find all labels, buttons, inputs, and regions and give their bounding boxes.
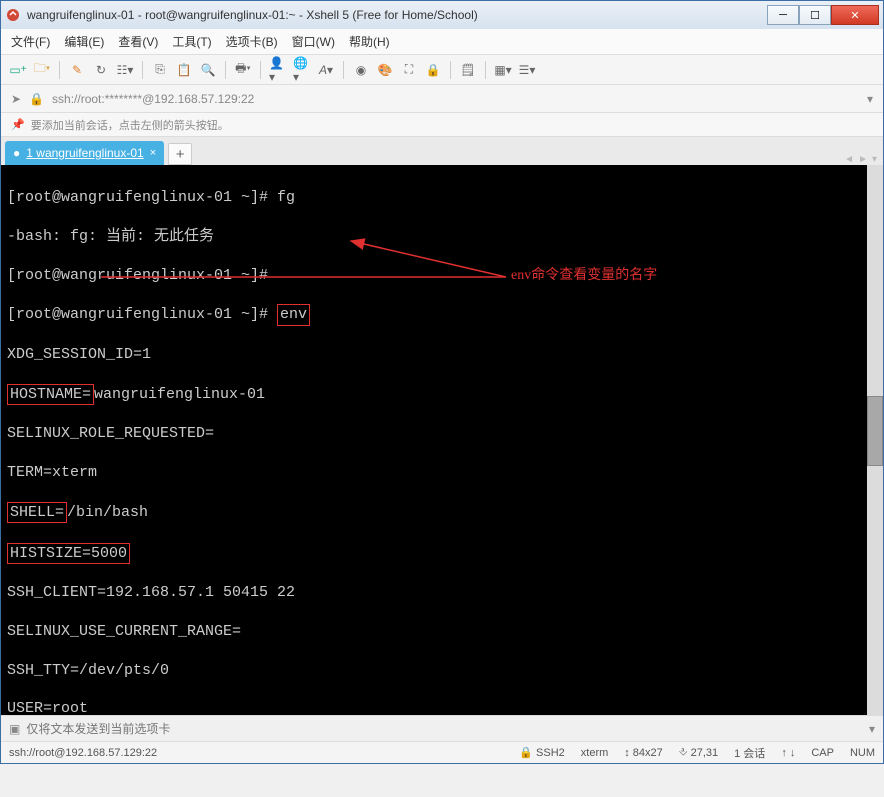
- lock-toolbar-icon[interactable]: 🔒: [424, 61, 442, 79]
- address-dropdown-icon[interactable]: ▾: [867, 92, 873, 106]
- command-input[interactable]: [26, 722, 863, 736]
- user-icon[interactable]: 👤▾: [269, 61, 287, 79]
- terminal-line: SSH_CLIENT=192.168.57.1 50415 22: [7, 583, 877, 602]
- hostname-box: HOSTNAME=: [7, 384, 94, 405]
- properties-icon[interactable]: ☷▾: [116, 61, 134, 79]
- menu-window[interactable]: 窗口(W): [292, 33, 335, 50]
- histsize-box: HISTSIZE=5000: [7, 543, 130, 564]
- pin-icon[interactable]: 📌: [11, 118, 25, 131]
- tab-index: 1: [26, 146, 33, 160]
- terminal-line: USER=root: [7, 699, 877, 715]
- tab-close-icon[interactable]: ×: [150, 147, 156, 159]
- address-url[interactable]: ssh://root:********@192.168.57.129:22: [52, 92, 254, 106]
- net-up-icon: ↑: [781, 747, 787, 759]
- shell-box: SHELL=: [7, 502, 67, 523]
- terminal-line: [root@wangruifenglinux-01 ~]#: [7, 266, 877, 285]
- font-icon[interactable]: A▾: [317, 61, 335, 79]
- status-pos: 27,31: [691, 747, 719, 759]
- paste-icon[interactable]: 📋: [175, 61, 193, 79]
- terminal-line: [root@wangruifenglinux-01 ~]# fg: [7, 188, 877, 207]
- find-icon[interactable]: 🔍: [199, 61, 217, 79]
- new-tab-button[interactable]: +: [168, 143, 192, 165]
- status-cap: CAP: [811, 747, 834, 759]
- menubar: 文件(F) 编辑(E) 查看(V) 工具(T) 选项卡(B) 窗口(W) 帮助(…: [1, 29, 883, 55]
- status-size: 84x27: [633, 747, 663, 759]
- ssh-lock-icon: 🔒: [519, 746, 533, 759]
- terminal-line: XDG_SESSION_ID=1: [7, 345, 877, 364]
- hint-text: 要添加当前会话，点击左侧的箭头按钮。: [31, 117, 229, 133]
- color-icon[interactable]: ◉: [352, 61, 370, 79]
- input-mode-icon[interactable]: ▣: [9, 722, 20, 736]
- status-num: NUM: [850, 747, 875, 759]
- copy-icon[interactable]: ⎘: [151, 61, 169, 79]
- scrollbar[interactable]: [867, 165, 883, 715]
- size-icon: ↕: [624, 747, 630, 759]
- tabbar: ● 1 wangruifenglinux-01 × + ◄ ► ▾: [1, 137, 883, 165]
- globe-icon[interactable]: 🌐▾: [293, 61, 311, 79]
- menu-file[interactable]: 文件(F): [11, 33, 50, 50]
- menu-edit[interactable]: 编辑(E): [64, 33, 104, 50]
- input-dropdown-icon[interactable]: ▾: [869, 722, 875, 736]
- toolbar: ▭+ 🗀▾ ✎ ↻ ☷▾ ⎘ 📋 🔍 🖶▾ 👤▾ 🌐▾ A▾ ◉ 🎨 ⛶ 🔒 🗒…: [1, 55, 883, 85]
- terminal-line: SSH_TTY=/dev/pts/0: [7, 661, 877, 680]
- net-down-icon: ↓: [790, 747, 796, 759]
- status-sessions: 1 会话: [734, 745, 765, 761]
- edit-icon[interactable]: ✎: [68, 61, 86, 79]
- pos-icon: ⎀: [679, 746, 688, 759]
- terminal-line: [root@wangruifenglinux-01 ~]# env: [7, 304, 877, 325]
- print-icon[interactable]: 🖶▾: [234, 61, 252, 79]
- lock-icon: 🔒: [29, 92, 44, 106]
- menu-view[interactable]: 查看(V): [118, 33, 158, 50]
- scrollbar-thumb[interactable]: [867, 396, 883, 466]
- terminal[interactable]: [root@wangruifenglinux-01 ~]# fg -bash: …: [1, 165, 883, 715]
- open-folder-icon[interactable]: 🗀▾: [33, 61, 51, 79]
- terminal-line: SELINUX_USE_CURRENT_RANGE=: [7, 622, 877, 641]
- terminal-line: HISTSIZE=5000: [7, 543, 877, 564]
- tab-bullet-icon: ●: [13, 146, 20, 160]
- tab-next-icon[interactable]: ►: [858, 154, 868, 165]
- menu-tab[interactable]: 选项卡(B): [226, 33, 278, 50]
- close-button[interactable]: ✕: [831, 5, 879, 25]
- tab-prev-icon[interactable]: ◄: [844, 154, 854, 165]
- terminal-line: TERM=xterm: [7, 463, 877, 482]
- annotation-text: env命令查看变量的名字: [511, 267, 657, 285]
- terminal-line: HOSTNAME=wangruifenglinux-01: [7, 384, 877, 405]
- tile-icon[interactable]: ▦▾: [494, 61, 512, 79]
- menu-tools[interactable]: 工具(T): [172, 33, 211, 50]
- layout-icon[interactable]: ☰▾: [518, 61, 536, 79]
- menu-help[interactable]: 帮助(H): [349, 33, 390, 50]
- minimize-button[interactable]: ─: [767, 5, 799, 25]
- terminal-line: SELINUX_ROLE_REQUESTED=: [7, 424, 877, 443]
- reconnect-icon[interactable]: ↻: [92, 61, 110, 79]
- status-protocol: SSH2: [536, 747, 565, 759]
- tab-label: wangruifenglinux-01: [36, 146, 143, 160]
- input-bar: ▣ ▾: [1, 715, 883, 741]
- palette-icon[interactable]: 🎨: [376, 61, 394, 79]
- statusbar: ssh://root@192.168.57.129:22 🔒SSH2 xterm…: [1, 741, 883, 763]
- app-icon: [5, 7, 21, 23]
- session-tab[interactable]: ● 1 wangruifenglinux-01 ×: [5, 141, 164, 165]
- terminal-line: -bash: fg: 当前: 无此任务: [7, 227, 877, 246]
- fullscreen-icon[interactable]: ⛶: [400, 61, 418, 79]
- titlebar: wangruifenglinux-01 - root@wangruifengli…: [1, 1, 883, 29]
- maximize-button[interactable]: ☐: [799, 5, 831, 25]
- window-title: wangruifenglinux-01 - root@wangruifengli…: [27, 8, 767, 22]
- tab-list-icon[interactable]: ▾: [872, 154, 877, 165]
- status-connection: ssh://root@192.168.57.129:22: [9, 747, 503, 759]
- env-command-box: env: [277, 304, 310, 325]
- calc-icon[interactable]: 🗒: [459, 61, 477, 79]
- arrow-icon[interactable]: ➤: [11, 92, 21, 106]
- terminal-line: SHELL=/bin/bash: [7, 502, 877, 523]
- hintbar: 📌 要添加当前会话，点击左侧的箭头按钮。: [1, 113, 883, 137]
- new-session-icon[interactable]: ▭+: [9, 61, 27, 79]
- status-term: xterm: [581, 747, 609, 759]
- addressbar: ➤ 🔒 ssh://root:********@192.168.57.129:2…: [1, 85, 883, 113]
